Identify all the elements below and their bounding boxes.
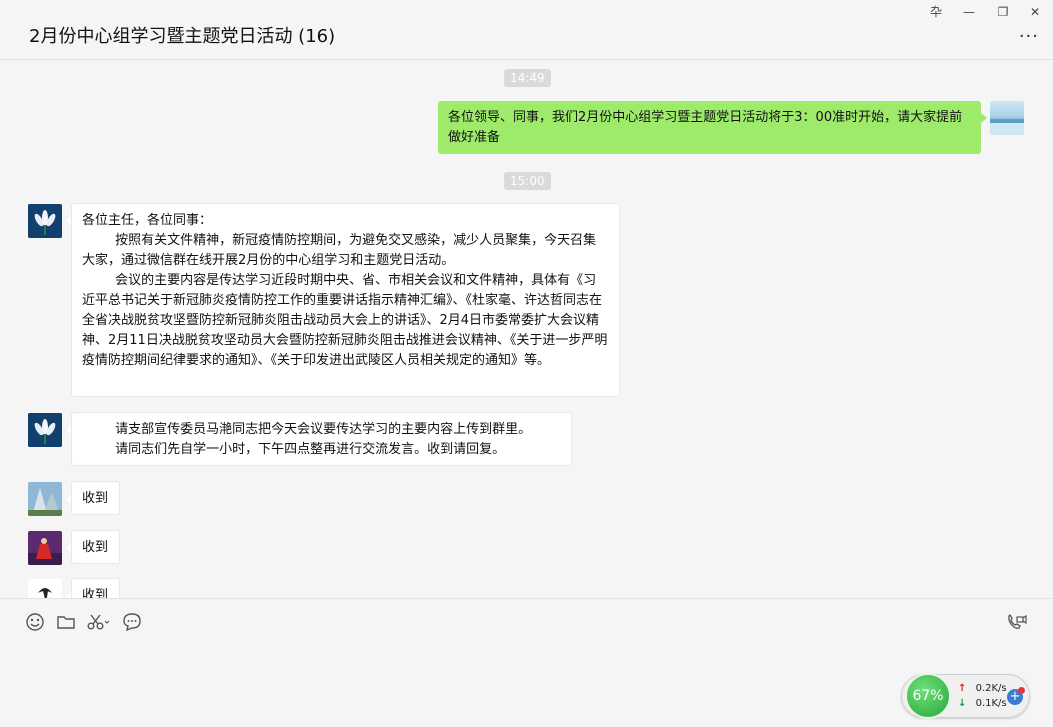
dancer-avatar-icon (28, 531, 62, 565)
message-text: 各位主任，各位同事： 按照有关文件精神，新冠疫情防控期间，为避免交叉感染，减少人… (82, 213, 608, 368)
upload-speed-value: 0.2K/s (975, 683, 1007, 694)
message-text: 收到 (82, 540, 109, 555)
more-options-button[interactable]: ··· (1019, 26, 1039, 47)
video-call-icon[interactable] (1005, 611, 1027, 633)
chat-bubble-icon[interactable] (121, 611, 143, 633)
sender-avatar[interactable] (28, 204, 62, 238)
notification-dot (1018, 687, 1025, 694)
incoming-message-bubble[interactable]: 收到 (71, 481, 120, 515)
sender-avatar[interactable] (28, 531, 62, 565)
incoming-message-bubble[interactable]: 收到 (71, 530, 120, 564)
message-text: 收到 (82, 588, 109, 598)
emoji-icon[interactable] (24, 611, 46, 633)
bird-avatar-icon (28, 579, 62, 598)
folder-icon[interactable] (55, 611, 77, 633)
message-text: 收到 (82, 491, 109, 506)
download-speed: ↓ 0.1K/s (958, 698, 1007, 709)
my-avatar[interactable] (990, 101, 1024, 135)
up-arrow-icon: ↑ (958, 683, 967, 694)
landscape-avatar-icon (990, 119, 1024, 135)
chat-message-area[interactable]: 14:49 各位领导、同事，我们2月份中心组学习暨主题党日活动将于3：00准时开… (0, 61, 1053, 598)
memory-usage-percent: 67% (905, 673, 951, 719)
upload-speed: ↑ 0.2K/s (958, 683, 1007, 694)
building-avatar-icon (28, 482, 62, 516)
outgoing-message-bubble[interactable]: 各位领导、同事，我们2月份中心组学习暨主题党日活动将于3：00准时开始，请大家提… (438, 101, 981, 154)
incoming-message-bubble[interactable]: 请支部宣传委员马滟同志把今天会议要传达学习的主要内容上传到群里。 请同志们先自学… (71, 412, 572, 466)
timestamp: 14:49 (504, 69, 551, 87)
scissors-icon[interactable] (85, 611, 113, 633)
minimize-button[interactable]: — (958, 3, 980, 21)
incoming-message-bubble[interactable]: 各位主任，各位同事： 按照有关文件精神，新冠疫情防控期间，为避免交叉感染，减少人… (71, 203, 620, 397)
maximize-button[interactable]: ❐ (992, 3, 1014, 21)
pin-button[interactable]: 卆 (925, 3, 947, 21)
lotus-avatar-icon (28, 413, 62, 447)
chat-title: 2月份中心组学习暨主题党日活动 (16) (29, 26, 336, 47)
close-button[interactable]: ✕ (1024, 3, 1046, 21)
title-bar: 2月份中心组学习暨主题党日活动 (16) 卆 — ❐ ✕ ··· (0, 0, 1053, 60)
lotus-avatar-icon (28, 204, 62, 238)
sender-avatar[interactable] (28, 413, 62, 447)
network-speed-widget[interactable]: 67% ↑ 0.2K/s ↓ 0.1K/s + (901, 673, 1030, 719)
timestamp: 15:00 (504, 172, 551, 190)
sender-avatar[interactable] (28, 482, 62, 516)
message-text: 请支部宣传委员马滟同志把今天会议要传达学习的主要内容上传到群里。 请同志们先自学… (115, 422, 532, 457)
download-speed-value: 0.1K/s (975, 698, 1007, 709)
bubble-tail (981, 113, 987, 123)
down-arrow-icon: ↓ (958, 698, 967, 709)
incoming-message-bubble[interactable]: 收到 (71, 578, 120, 598)
message-input-area[interactable] (0, 598, 1053, 727)
sender-avatar[interactable] (28, 579, 62, 598)
message-text: 各位领导、同事，我们2月份中心组学习暨主题党日活动将于3：00准时开始，请大家提… (448, 110, 963, 145)
